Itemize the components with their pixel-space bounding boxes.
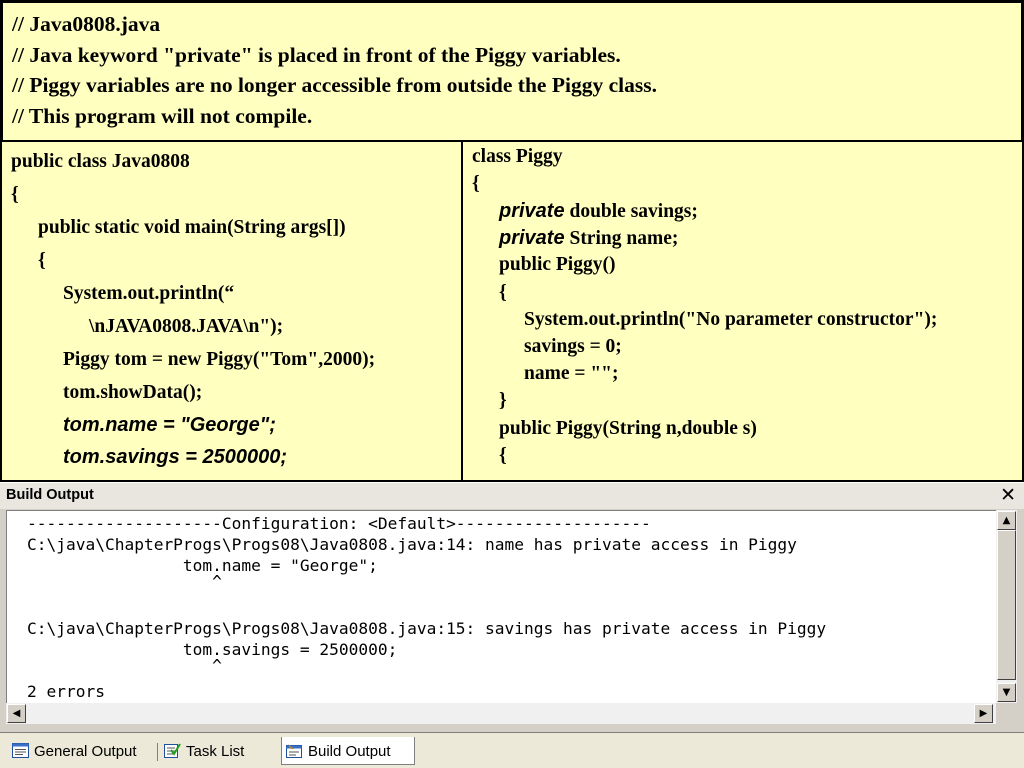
close-icon[interactable]: ✕: [1000, 484, 1016, 506]
scroll-left-icon[interactable]: ◀: [7, 704, 26, 723]
code-line: {: [472, 173, 480, 194]
tab-general-output[interactable]: General Output: [8, 737, 158, 765]
vertical-scroll-thumb[interactable]: [997, 530, 1016, 680]
code-line: \nJAVA0808.JAVA\n");: [89, 316, 284, 337]
code-line: System.out.println("No parameter constru…: [524, 309, 938, 330]
tab-label: Build Output: [308, 743, 391, 760]
code-line: Piggy tom = new Piggy("Tom",2000);: [63, 349, 376, 370]
tab-build-output[interactable]: Build Output: [281, 737, 415, 765]
code-line: {: [499, 445, 507, 466]
build-output-icon: [286, 744, 302, 758]
tab-task-list[interactable]: Task List: [160, 737, 278, 765]
code-line: public Piggy(): [499, 254, 616, 275]
output-line: ^: [27, 656, 222, 675]
header-comment-box: // Java0808.java // Java keyword "privat…: [0, 0, 1024, 143]
code-line: public class Java0808: [11, 151, 190, 172]
task-list-icon: [164, 743, 181, 758]
piggy-class-code-panel: class Piggy { private double savings; pr…: [461, 142, 1024, 482]
header-line: // Java keyword "private" is placed in f…: [12, 43, 621, 67]
build-output-text-area[interactable]: --------------------Configuration: <Defa…: [6, 510, 997, 704]
code-line: {: [499, 282, 507, 303]
highlighted-code-line: tom.name = "George";: [63, 414, 276, 436]
header-line: // This program will not compile.: [12, 104, 313, 128]
code-line: {: [11, 184, 19, 205]
code-text: double savings;: [569, 201, 698, 222]
code-line: }: [499, 390, 507, 411]
highlighted-code-line: tom.savings = 2500000;: [63, 446, 288, 468]
header-line: // Piggy variables are no longer accessi…: [12, 73, 657, 97]
output-line: --------------------Configuration: <Defa…: [27, 514, 651, 533]
code-line: savings = 0;: [524, 336, 622, 357]
scrollbar-corner: [996, 703, 1017, 724]
code-line: tom.showData();: [63, 382, 203, 403]
output-line: C:\java\ChapterProgs\Progs08\Java0808.ja…: [27, 535, 797, 554]
tab-label: General Output: [34, 743, 137, 760]
output-line: ^: [27, 572, 222, 591]
header-line: // Java0808.java: [12, 12, 161, 36]
tab-divider: [157, 743, 158, 761]
code-line: public static void main(String args[]): [38, 217, 346, 238]
code-text: String name;: [569, 228, 679, 249]
scroll-right-icon[interactable]: ▶: [974, 704, 993, 723]
main-class-code-panel: public class Java0808 { public static vo…: [0, 142, 462, 482]
scroll-up-icon[interactable]: ▲: [997, 511, 1016, 530]
code-line: public Piggy(String n,double s): [499, 418, 757, 439]
private-keyword: private: [499, 200, 565, 222]
private-keyword: private: [499, 227, 565, 249]
output-line: 2 errors: [27, 682, 105, 701]
window-title: Build Output: [6, 487, 94, 503]
code-line: name = "";: [524, 363, 619, 384]
vertical-scrollbar[interactable]: ▲ ▼: [996, 510, 1017, 703]
output-line: C:\java\ChapterProgs\Progs08\Java0808.ja…: [27, 619, 827, 638]
code-line: private double savings;: [499, 200, 698, 223]
horizontal-scrollbar[interactable]: ◀ ▶: [6, 703, 996, 724]
general-output-icon: [12, 743, 29, 758]
code-line: {: [38, 250, 46, 271]
scroll-down-icon[interactable]: ▼: [997, 683, 1016, 702]
output-tab-strip: General Output Task List Build Output: [0, 732, 1024, 768]
build-output-title-bar[interactable]: Build Output ✕: [0, 482, 1024, 509]
tab-label: Task List: [186, 743, 245, 760]
code-line: class Piggy: [472, 146, 563, 167]
build-output-window: Build Output ✕ --------------------Confi…: [0, 482, 1024, 768]
code-line: System.out.println(“: [63, 283, 235, 304]
code-line: private String name;: [499, 227, 678, 250]
